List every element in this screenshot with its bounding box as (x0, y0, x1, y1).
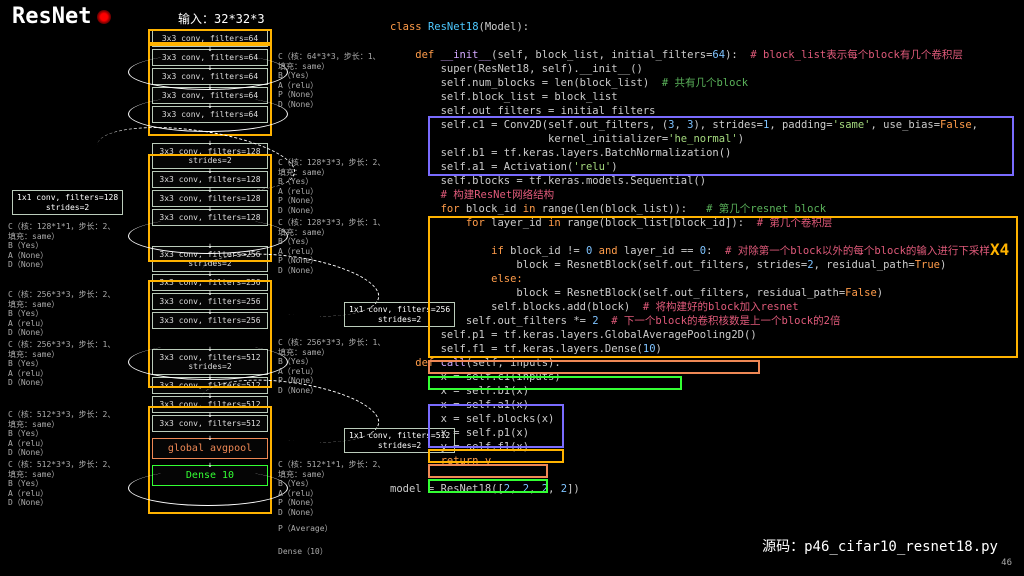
x4-label: X4 (990, 240, 1009, 259)
annotation: Dense（10） (278, 547, 328, 557)
annotation: C（核：128*3*3，步长：1、 填充：same） B（Yes） A（relu… (278, 218, 385, 276)
page-number: 46 (1001, 558, 1012, 568)
annotation: C（核：128*3*3，步长：2、 填充：same） B（Yes） A（relu… (278, 158, 385, 216)
code-box-call-pool (428, 464, 548, 478)
annotation: C（核：256*3*3，步长：2、 填充：same） B（Yes） A（relu… (8, 290, 115, 338)
title-text: ResNet (12, 4, 91, 29)
annotation: C（核：512*3*3，步长：2、 填充：same） B（Yes） A（relu… (8, 460, 115, 508)
skip-ellipse (128, 470, 288, 506)
skip-ellipse (128, 344, 288, 380)
annotation: P（Average） (278, 524, 333, 534)
group-box-initial (148, 29, 272, 44)
input-label: 输入：32*32*3 (178, 10, 265, 27)
code-box-loop (428, 216, 1018, 358)
code-box-call-cba (428, 404, 564, 448)
source-label: 源码：p46_cifar10_resnet18.py (762, 536, 998, 556)
record-icon (97, 10, 111, 24)
code-box-pool (428, 360, 760, 374)
code-box-dense (428, 376, 682, 390)
code-box-call-dense (428, 479, 548, 493)
title: ResNet (12, 4, 111, 29)
side-conv-128: 1x1 conv, filters=128 strides=2 (12, 190, 123, 215)
annotation: C（核：128*1*1，步长：2、 填充：same） B（Yes） A（None… (8, 222, 115, 270)
code-box-call-blocks (428, 449, 564, 463)
annotation: C（核：512*1*1，步长：2、 填充：same） B（Yes） A（relu… (278, 460, 385, 518)
skip-ellipse (128, 54, 288, 90)
code-box-conv (428, 116, 1014, 176)
annotation: C（核：256*3*3，步长：1、 填充：same） B（Yes） A（relu… (8, 340, 115, 388)
skip-ellipse (128, 218, 288, 254)
annotation: C（核：256*3*3，步长：1、 填充：same） B（Yes） A（relu… (278, 338, 385, 396)
annotation: C（核：512*3*3，步长：2、 填充：same） B（Yes） A（relu… (8, 410, 115, 458)
annotation: C（核：64*3*3，步长：1、 填充：same） B（Yes） A（relu）… (278, 52, 381, 110)
